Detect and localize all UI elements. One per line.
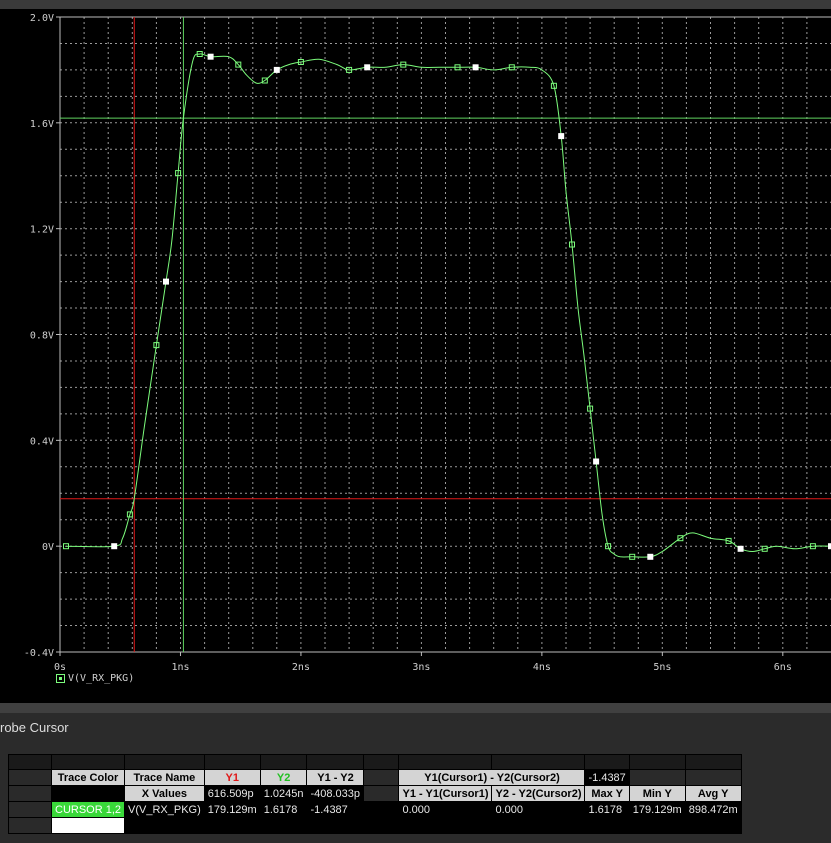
cell <box>306 754 365 770</box>
y-tick-label: 0V <box>42 542 54 553</box>
y-tick-label: 2.0V <box>30 13 54 24</box>
cell <box>8 785 52 802</box>
cell <box>363 754 400 770</box>
y-tick-label: 0.4V <box>30 436 54 447</box>
x-tick-label: 4ns <box>533 662 551 673</box>
cell <box>8 817 52 834</box>
cell <box>363 801 400 818</box>
cell <box>8 801 52 818</box>
panel-divider[interactable] <box>0 703 831 713</box>
header-y1-y1cursor1: Y1 - Y1(Cursor1) <box>398 785 493 802</box>
cell <box>124 754 205 770</box>
legend-label: V(V_RX_PKG) <box>68 673 135 684</box>
table-row-empty <box>8 817 742 834</box>
header-trace-name: Trace Name <box>124 769 205 786</box>
header-max-y: Max Y <box>584 785 630 802</box>
cell <box>8 769 52 786</box>
header-cursor-diff: Y1(Cursor1) - Y2(Cursor2) <box>398 769 586 786</box>
header-min-y: Min Y <box>628 785 686 802</box>
cell[interactable] <box>50 817 126 834</box>
y-tick-label: 0.8V <box>30 331 54 342</box>
header-y1-minus-y2: Y1 - Y2 <box>306 769 365 786</box>
trace-name-value[interactable]: V(V_RX_PKG) <box>124 801 205 818</box>
data-point-marker-filled <box>111 543 118 550</box>
header-trace-color: Trace Color <box>50 769 126 786</box>
y-tick-label: 1.2V <box>30 225 54 236</box>
min-y-value: 179.129m <box>628 801 686 818</box>
cell <box>50 785 126 802</box>
cell <box>628 754 686 770</box>
cursor-table: Trace Color Trace Name Y1 Y2 Y1 - Y2 Y1(… <box>8 754 742 834</box>
avg-y-value: 898.472m <box>684 801 742 818</box>
cursor-color-cell[interactable]: CURSOR 1,2 <box>50 801 126 818</box>
cursor-diff-value: -1.4387 <box>584 769 630 786</box>
header-y2-y2cursor2: Y2 - Y2(Cursor2) <box>491 785 586 802</box>
cell <box>363 785 400 802</box>
table-row-xvalues: X Values 616.509p 1.0245n -408.033p Y1 -… <box>8 785 742 802</box>
cell <box>203 754 261 770</box>
data-point-marker-filled <box>273 66 280 73</box>
x-tick-label: 5ns <box>653 662 671 673</box>
cell <box>684 754 742 770</box>
cell <box>50 754 126 770</box>
y1-value: 179.129m <box>203 801 261 818</box>
data-point-marker-filled <box>593 458 600 465</box>
x-diff-value: -408.033p <box>306 785 365 802</box>
data-point-marker-filled <box>737 545 744 552</box>
plot-background <box>0 9 831 699</box>
cell <box>8 754 52 770</box>
cell <box>584 754 630 770</box>
x1-value: 616.509p <box>203 785 261 802</box>
legend-swatch-icon <box>56 674 65 683</box>
cell <box>363 769 400 786</box>
header-x-values: X Values <box>124 785 205 802</box>
x-tick-label: 1ns <box>171 662 189 673</box>
header-y2: Y2 <box>259 769 308 786</box>
data-point-marker-filled <box>364 64 371 71</box>
y-tick-label: 1.6V <box>30 119 54 130</box>
y2-y2cursor2-value: 0.000 <box>491 801 586 818</box>
x-tick-label: 6ns <box>774 662 792 673</box>
data-point-marker-filled <box>472 64 479 71</box>
cell <box>684 769 742 786</box>
y1-y1cursor1-value: 0.000 <box>398 801 493 818</box>
max-y-value: 1.6178 <box>584 801 630 818</box>
data-point-marker-filled <box>647 553 654 560</box>
panel-title: robe Cursor <box>0 720 69 735</box>
x-tick-label: 0s <box>54 662 66 673</box>
cell <box>259 754 308 770</box>
window-top-bar <box>0 0 831 9</box>
table-row-top <box>8 754 742 770</box>
x-tick-label: 3ns <box>412 662 430 673</box>
header-avg-y: Avg Y <box>684 785 742 802</box>
y-diff-value: -1.4387 <box>306 801 365 818</box>
table-row[interactable]: CURSOR 1,2 V(V_RX_PKG) 179.129m 1.6178 -… <box>8 801 742 818</box>
legend: V(V_RX_PKG) <box>56 673 134 684</box>
data-point-marker-filled <box>207 53 214 60</box>
cell <box>398 754 493 770</box>
x2-value: 1.0245n <box>259 785 308 802</box>
data-point-marker-filled <box>558 133 565 140</box>
y2-value: 1.6178 <box>259 801 308 818</box>
cell <box>124 817 742 834</box>
data-point-marker-filled <box>163 278 169 285</box>
cell <box>628 769 686 786</box>
header-y1: Y1 <box>203 769 261 786</box>
y-tick-label: -0.4V <box>24 648 54 659</box>
table-row-header: Trace Color Trace Name Y1 Y2 Y1 - Y2 Y1(… <box>8 769 742 786</box>
waveform-plot[interactable]: -0.4V 0V 0.4V 0.8V 1.2V 1.6V 2.0V 0s 1ns 2ns 3ns 4n… <box>0 9 831 699</box>
x-tick-label: 2ns <box>292 662 310 673</box>
cell <box>491 754 586 770</box>
